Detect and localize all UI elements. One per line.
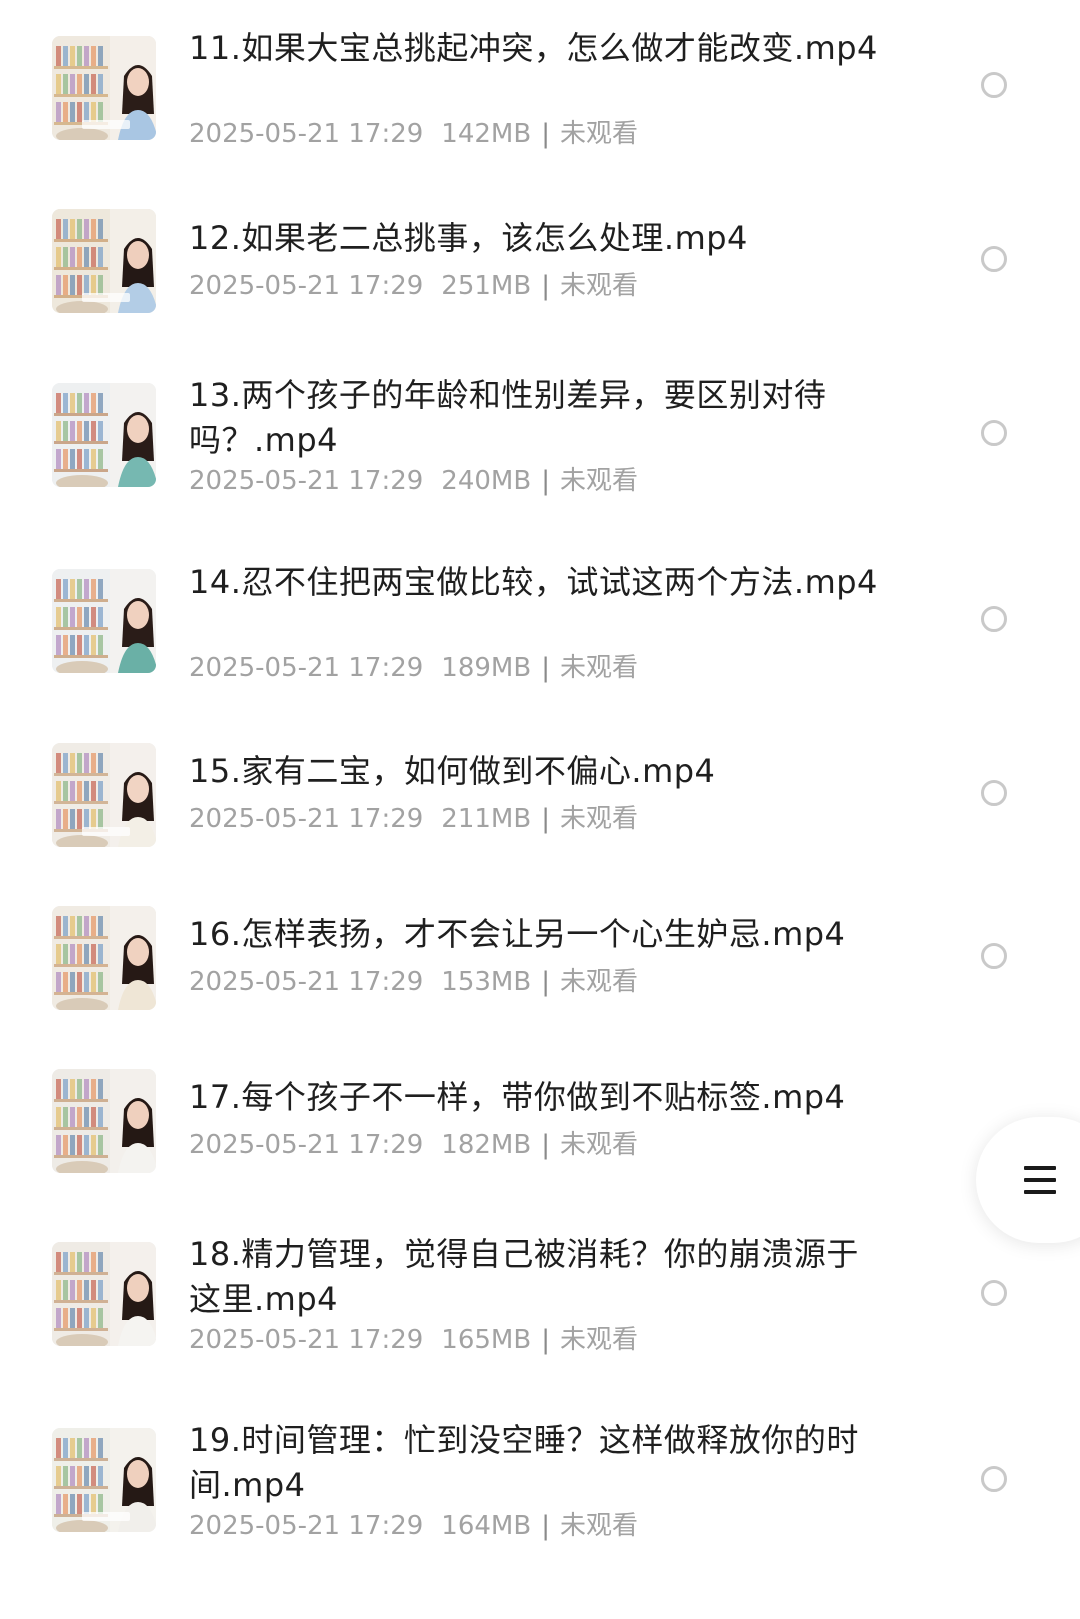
meta-separator: | [541,271,550,301]
video-size: 182MB [441,1130,532,1160]
video-date: 2025-05-21 17:29 [189,271,424,301]
video-list: 11.如果大宝总挑起冲突，怎么做才能改变.mp4 2025-05-21 17:29… [0,0,1080,1619]
meta-separator: | [541,1130,550,1160]
video-thumbnail[interactable] [52,906,156,1010]
video-size: 153MB [441,967,532,997]
video-meta: 2025-05-21 17:29 211MB | 未观看 [189,801,638,837]
select-radio[interactable] [981,72,1007,98]
video-thumbnail[interactable] [52,383,156,487]
watch-status: 未观看 [559,1325,638,1355]
video-title: 12.如果老二总挑事，该怎么处理.mp4 [189,219,748,257]
video-size: 164MB [441,1511,532,1541]
video-thumbnail[interactable] [52,1069,156,1173]
video-thumbnail[interactable] [52,569,156,673]
video-thumbnail[interactable] [52,1242,156,1346]
video-meta: 2025-05-21 17:29 153MB | 未观看 [189,964,638,1000]
video-thumbnail[interactable] [52,36,156,140]
watch-status: 未观看 [559,466,638,496]
watch-status: 未观看 [559,653,638,683]
video-meta: 2025-05-21 17:29 165MB | 未观看 [189,1322,638,1358]
video-date: 2025-05-21 17:29 [189,466,424,496]
select-radio[interactable] [981,606,1007,632]
video-thumbnail[interactable] [52,1428,156,1532]
video-date: 2025-05-21 17:29 [189,1130,424,1160]
meta-separator: | [541,466,550,496]
video-title: 13.两个孩子的年龄和性别差异，要区别对待吗？.mp4 [189,376,827,459]
watch-status: 未观看 [559,1511,638,1541]
watch-status: 未观看 [559,967,638,997]
video-size: 251MB [441,271,532,301]
video-title: 17.每个孩子不一样，带你做到不贴标签.mp4 [189,1078,846,1116]
video-meta: 2025-05-21 17:29 164MB | 未观看 [189,1508,638,1544]
watch-status: 未观看 [559,804,638,834]
select-radio[interactable] [981,1466,1007,1492]
video-title: 11.如果大宝总挑起冲突，怎么做才能改变.mp4 [189,29,878,67]
video-title: 14.忍不住把两宝做比较，试试这两个方法.mp4 [189,563,878,601]
video-date: 2025-05-21 17:29 [189,1511,424,1541]
select-radio[interactable] [981,943,1007,969]
meta-separator: | [541,1511,550,1541]
video-title: 19.时间管理：忙到没空睡？这样做释放你的时间.mp4 [189,1421,859,1504]
meta-separator: | [541,1325,550,1355]
video-meta: 2025-05-21 17:29 182MB | 未观看 [189,1127,638,1163]
video-size: 240MB [441,466,532,496]
video-date: 2025-05-21 17:29 [189,804,424,834]
video-size: 165MB [441,1325,532,1355]
video-date: 2025-05-21 17:29 [189,1325,424,1355]
video-size: 142MB [441,119,532,149]
menu-button[interactable] [976,1117,1080,1243]
video-meta: 2025-05-21 17:29 189MB | 未观看 [189,650,638,686]
meta-separator: | [541,653,550,683]
video-meta: 2025-05-21 17:29 240MB | 未观看 [189,463,638,499]
menu-icon [1024,1166,1056,1194]
video-size: 211MB [441,804,532,834]
meta-separator: | [541,804,550,834]
select-radio[interactable] [981,780,1007,806]
watch-status: 未观看 [559,1130,638,1160]
video-title: 16.怎样表扬，才不会让另一个心生妒忌.mp4 [189,915,846,953]
select-radio[interactable] [981,1280,1007,1306]
video-thumbnail[interactable] [52,743,156,847]
video-size: 189MB [441,653,532,683]
meta-separator: | [541,967,550,997]
video-meta: 2025-05-21 17:29 142MB | 未观看 [189,116,638,152]
meta-separator: | [541,119,550,149]
watch-status: 未观看 [559,119,638,149]
video-title: 18.精力管理，觉得自己被消耗？你的崩溃源于这里.mp4 [189,1235,859,1318]
video-thumbnail[interactable] [52,209,156,313]
video-date: 2025-05-21 17:29 [189,119,424,149]
video-title: 15.家有二宝，如何做到不偏心.mp4 [189,752,716,790]
select-radio[interactable] [981,246,1007,272]
video-date: 2025-05-21 17:29 [189,653,424,683]
video-date: 2025-05-21 17:29 [189,967,424,997]
video-meta: 2025-05-21 17:29 251MB | 未观看 [189,268,638,304]
select-radio[interactable] [981,420,1007,446]
watch-status: 未观看 [559,271,638,301]
